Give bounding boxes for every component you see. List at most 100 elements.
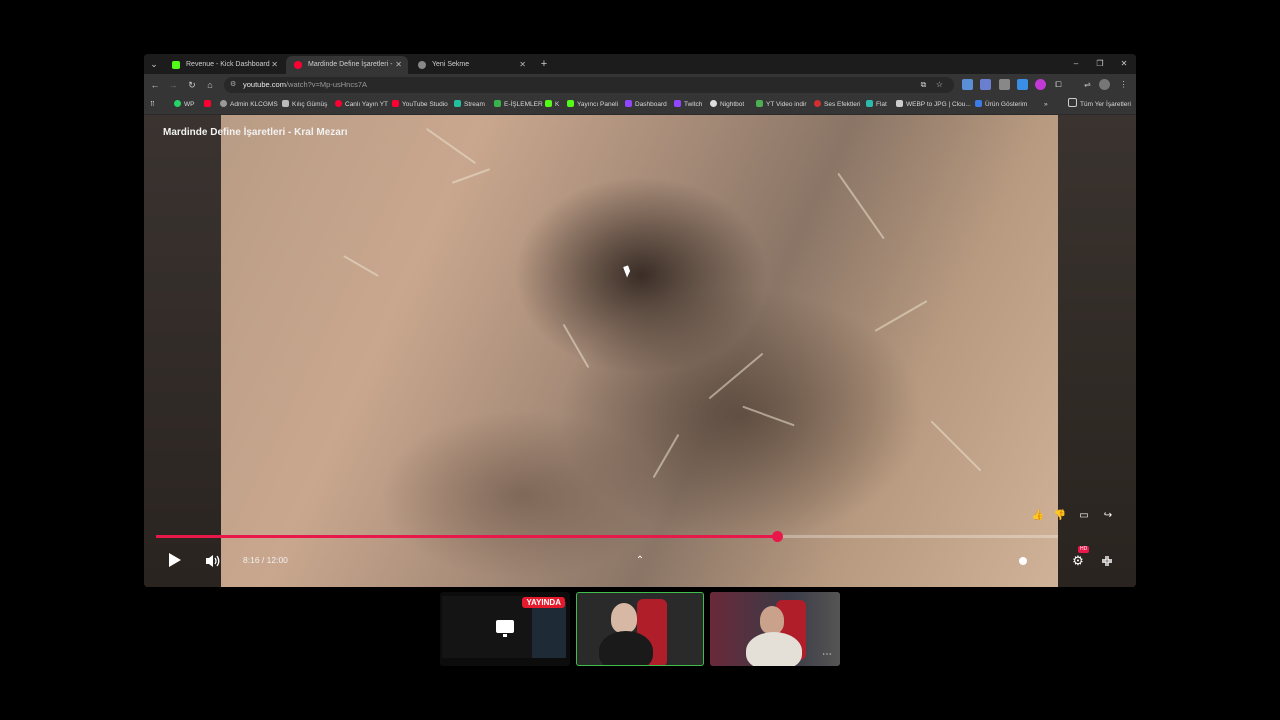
extension-icon[interactable]: [962, 79, 973, 90]
new-tab-button[interactable]: +: [536, 56, 552, 72]
apps-icon[interactable]: ⠿: [150, 96, 155, 114]
tab-youtube-video[interactable]: Mardinde Define İşaretleri - ✕: [286, 56, 408, 74]
bookmark-item[interactable]: YouTube Studio: [392, 96, 448, 114]
bookmark-item[interactable]: YT Video indir: [756, 96, 807, 114]
bookmark-item[interactable]: Ses Efektleri: [814, 96, 861, 114]
home-icon[interactable]: ⌂: [203, 78, 217, 92]
share-icon[interactable]: ↪: [1100, 508, 1116, 524]
bookmark-label: Tüm Yer İşaretleri: [1080, 101, 1131, 108]
minimize-icon[interactable]: –: [1064, 54, 1088, 74]
bookmark-label: K: [555, 101, 560, 108]
extension-icon[interactable]: [1017, 79, 1028, 90]
video-title[interactable]: Mardinde Define İşaretleri - Kral Mezarı: [163, 127, 348, 138]
bookmark-item[interactable]: Stream: [454, 96, 485, 114]
twitch-icon: [674, 100, 681, 107]
bookmark-item[interactable]: Twitch: [674, 96, 702, 114]
bookmark-item[interactable]: K: [545, 96, 559, 114]
bookmark-item[interactable]: Dashboard: [625, 96, 667, 114]
url-text: youtube.com/watch?v=Mp-usHncs7A: [243, 80, 368, 89]
tab-search-icon[interactable]: ⌄: [147, 57, 161, 71]
bookmark-item[interactable]: Admin KLCGMS: [220, 96, 278, 114]
close-tab-icon[interactable]: ✕: [395, 56, 402, 74]
tab-title: Yeni Sekme: [432, 61, 470, 68]
chevron-up-icon[interactable]: ⌃: [633, 555, 647, 567]
bookmark-item[interactable]: WP: [174, 96, 194, 114]
tab-title: Mardinde Define İşaretleri -: [308, 61, 393, 68]
cloud-icon: [896, 100, 903, 107]
bookmark-item[interactable]: Flat: [866, 96, 887, 114]
streamer-body: [599, 631, 653, 665]
bookmark-item[interactable]: Nightbot: [710, 96, 744, 114]
autoplay-toggle[interactable]: [1014, 554, 1034, 568]
extension-icon[interactable]: [1035, 79, 1046, 90]
forward-icon[interactable]: →: [166, 78, 180, 92]
bookmark-item[interactable]: [204, 96, 214, 114]
tab-new-tab[interactable]: Yeni Sekme ✕: [410, 56, 532, 74]
camera-tile[interactable]: ⋯: [710, 592, 840, 666]
bookmark-item[interactable]: E-İŞLEMLER: [494, 96, 543, 114]
bookmark-label: Ürün Gösterim: [985, 101, 1028, 108]
video-player[interactable]: Mardinde Define İşaretleri - Kral Mezarı…: [144, 115, 1136, 587]
grass-blade: [837, 172, 885, 240]
browser-window: ⌄ Revenue - Kick Dashboard ✕ Mardinde De…: [144, 54, 1136, 587]
kick-icon: [545, 100, 552, 107]
profile-avatar[interactable]: [1099, 79, 1110, 90]
install-icon[interactable]: ⧉: [918, 79, 929, 90]
kick-icon: [567, 100, 574, 107]
close-tab-icon[interactable]: ✕: [519, 56, 526, 74]
close-tab-icon[interactable]: ✕: [271, 56, 278, 74]
bookmarks-overflow[interactable]: »: [1044, 96, 1048, 114]
address-bar[interactable]: ⚙ youtube.com/watch?v=Mp-usHncs7A ⧉ ☆: [224, 77, 954, 93]
reload-icon[interactable]: ↻: [185, 78, 199, 92]
download-icon: [756, 100, 763, 107]
bookmark-star-icon[interactable]: ☆: [934, 79, 945, 90]
screen-preview: [442, 596, 532, 658]
video-frame[interactable]: [221, 115, 1058, 587]
cast-icon[interactable]: ⇌: [1082, 79, 1093, 90]
tab-bar: ⌄ Revenue - Kick Dashboard ✕ Mardinde De…: [144, 54, 1136, 74]
bookmark-label: Kılıç Gümüş: [292, 101, 328, 108]
comments-icon[interactable]: ▭: [1076, 508, 1092, 524]
site-info-icon[interactable]: ⚙: [230, 80, 240, 90]
youtube-icon: [294, 61, 302, 69]
exit-fullscreen-icon[interactable]: [1100, 554, 1114, 568]
bookmark-label: Nightbot: [720, 101, 745, 108]
bookmark-item[interactable]: Canlı Yayın YT: [335, 96, 388, 114]
dislike-icon[interactable]: 👎: [1052, 508, 1068, 524]
play-button[interactable]: [166, 552, 182, 568]
like-icon[interactable]: 👍: [1030, 508, 1046, 524]
youtube-studio-icon: [392, 100, 399, 107]
extensions-puzzle-icon[interactable]: ⧠: [1053, 79, 1064, 90]
bookmark-item[interactable]: Kılıç Gümüş: [282, 96, 327, 114]
bookmark-label: Admin KLCGMS: [230, 101, 278, 108]
back-icon[interactable]: ←: [148, 78, 162, 92]
all-bookmarks[interactable]: Tüm Yer İşaretleri: [1068, 96, 1131, 114]
extension-icon[interactable]: [980, 79, 991, 90]
menu-icon[interactable]: ⋮: [1118, 79, 1129, 90]
kick-icon: [172, 61, 180, 69]
volume-icon[interactable]: [205, 554, 221, 568]
bookmark-label: Yayıncı Paneli: [577, 101, 619, 108]
bookmark-item[interactable]: Ürün Gösterim: [975, 96, 1027, 114]
streamer-face: [760, 606, 784, 634]
restore-icon[interactable]: ❐: [1088, 54, 1112, 74]
camera-tile-active[interactable]: [576, 592, 704, 666]
screen-share-tile[interactable]: YAYINDA: [440, 592, 570, 666]
bookmark-item[interactable]: WEBP to JPG | Clou...: [896, 96, 971, 114]
grass-blade: [930, 420, 982, 472]
tab-kick-dashboard[interactable]: Revenue - Kick Dashboard ✕: [164, 56, 284, 74]
page-icon: [282, 100, 289, 107]
toolbar: ← → ↻ ⌂ ⚙ youtube.com/watch?v=Mp-usHncs7…: [144, 74, 1136, 96]
extension-icon[interactable]: [999, 79, 1010, 90]
more-options-icon[interactable]: ⋯: [822, 649, 832, 660]
sound-icon: [814, 100, 821, 107]
streamer-body: [746, 632, 802, 666]
grass-blade: [425, 127, 477, 165]
settings-gear-icon[interactable]: ⚙ HD: [1070, 546, 1090, 569]
bookmark-item[interactable]: Yayıncı Paneli: [567, 96, 618, 114]
bookmark-label: E-İŞLEMLER: [504, 101, 543, 108]
close-window-icon[interactable]: ✕: [1112, 54, 1136, 74]
nightbot-icon: [710, 100, 717, 107]
bookmark-label: Stream: [464, 101, 485, 108]
progress-bar[interactable]: [156, 531, 1058, 542]
